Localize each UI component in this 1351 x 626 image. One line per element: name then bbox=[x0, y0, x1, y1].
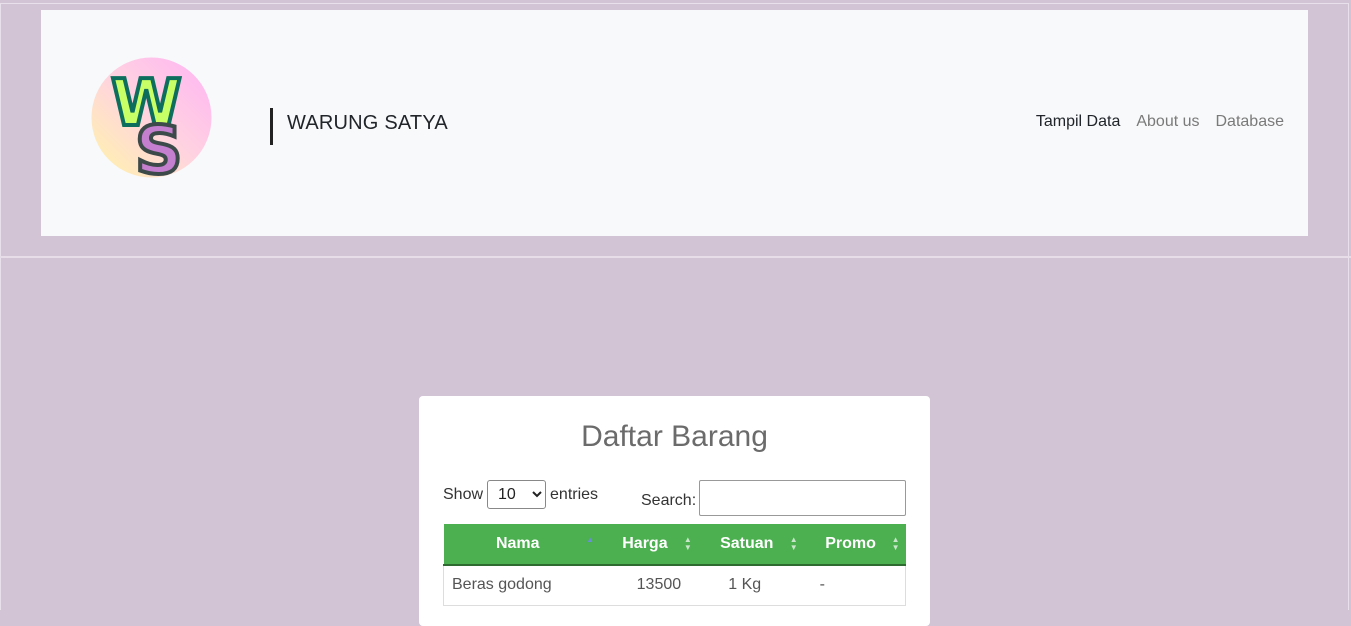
column-header-satuan[interactable]: Satuan ▲ ▼ bbox=[697, 524, 804, 566]
sort-asc-icon: ▲▼ bbox=[586, 535, 594, 544]
cell-promo: - bbox=[803, 565, 906, 606]
search-input[interactable] bbox=[699, 480, 907, 516]
cell-satuan: 1 Kg bbox=[697, 565, 804, 606]
column-label: Harga bbox=[622, 535, 668, 552]
show-label: Show bbox=[443, 485, 484, 503]
sort-icon: ▲ ▼ bbox=[683, 535, 692, 552]
svg-text:S: S bbox=[135, 112, 183, 178]
column-label: Promo bbox=[825, 535, 876, 552]
table-header-row: Nama ▲▼ Harga ▲▼ Satuan ▲▼ Promo ▲▼ bbox=[443, 524, 906, 566]
entries-label: entries bbox=[550, 485, 599, 503]
column-header-harga[interactable]: Harga ▲ ▼ bbox=[600, 524, 698, 566]
column-label: Satuan bbox=[720, 535, 774, 552]
brand-divider bbox=[270, 108, 273, 145]
entries-select[interactable]: 10 bbox=[487, 480, 547, 509]
card-title: Daftar Barang bbox=[581, 420, 768, 453]
nav-item-about-us[interactable]: About us bbox=[1136, 113, 1199, 131]
product-table: Nama ▲▼ Harga ▲▼ Satuan ▲▼ Promo ▲▼ bbox=[443, 524, 906, 606]
cell-nama: Beras godong bbox=[443, 565, 600, 606]
nav-item-database[interactable]: Database bbox=[1216, 113, 1285, 131]
cell-harga: 13500 bbox=[600, 565, 698, 606]
brand-name[interactable]: WARUNG SATYA bbox=[287, 112, 448, 135]
nav-item-tampil-data[interactable]: Tampil Data bbox=[1036, 113, 1120, 131]
search-control: Search: bbox=[641, 480, 907, 516]
sort-icon: ▲ ▼ bbox=[789, 535, 798, 552]
entries-length-control: Show 10 entries bbox=[443, 480, 598, 509]
column-header-nama[interactable]: Nama ▲▼ bbox=[443, 524, 600, 566]
warung-satya-logo[interactable]: W S bbox=[91, 57, 212, 178]
divider bbox=[0, 256, 1351, 258]
navbar: W S WARUNG SATYA Tampil Data About us Da… bbox=[41, 10, 1308, 236]
search-label: Search: bbox=[641, 491, 697, 509]
product-card: Daftar Barang Show 10 entries Search: Na… bbox=[419, 396, 930, 626]
column-label: Nama bbox=[495, 535, 540, 552]
table-row[interactable]: Beras godong 13500 1 Kg - bbox=[443, 565, 906, 606]
sort-icon: ▲ ▼ bbox=[891, 535, 900, 552]
nav-links: Tampil Data About us Database bbox=[1036, 113, 1284, 131]
column-header-promo[interactable]: Promo ▲ ▼ bbox=[803, 524, 906, 566]
